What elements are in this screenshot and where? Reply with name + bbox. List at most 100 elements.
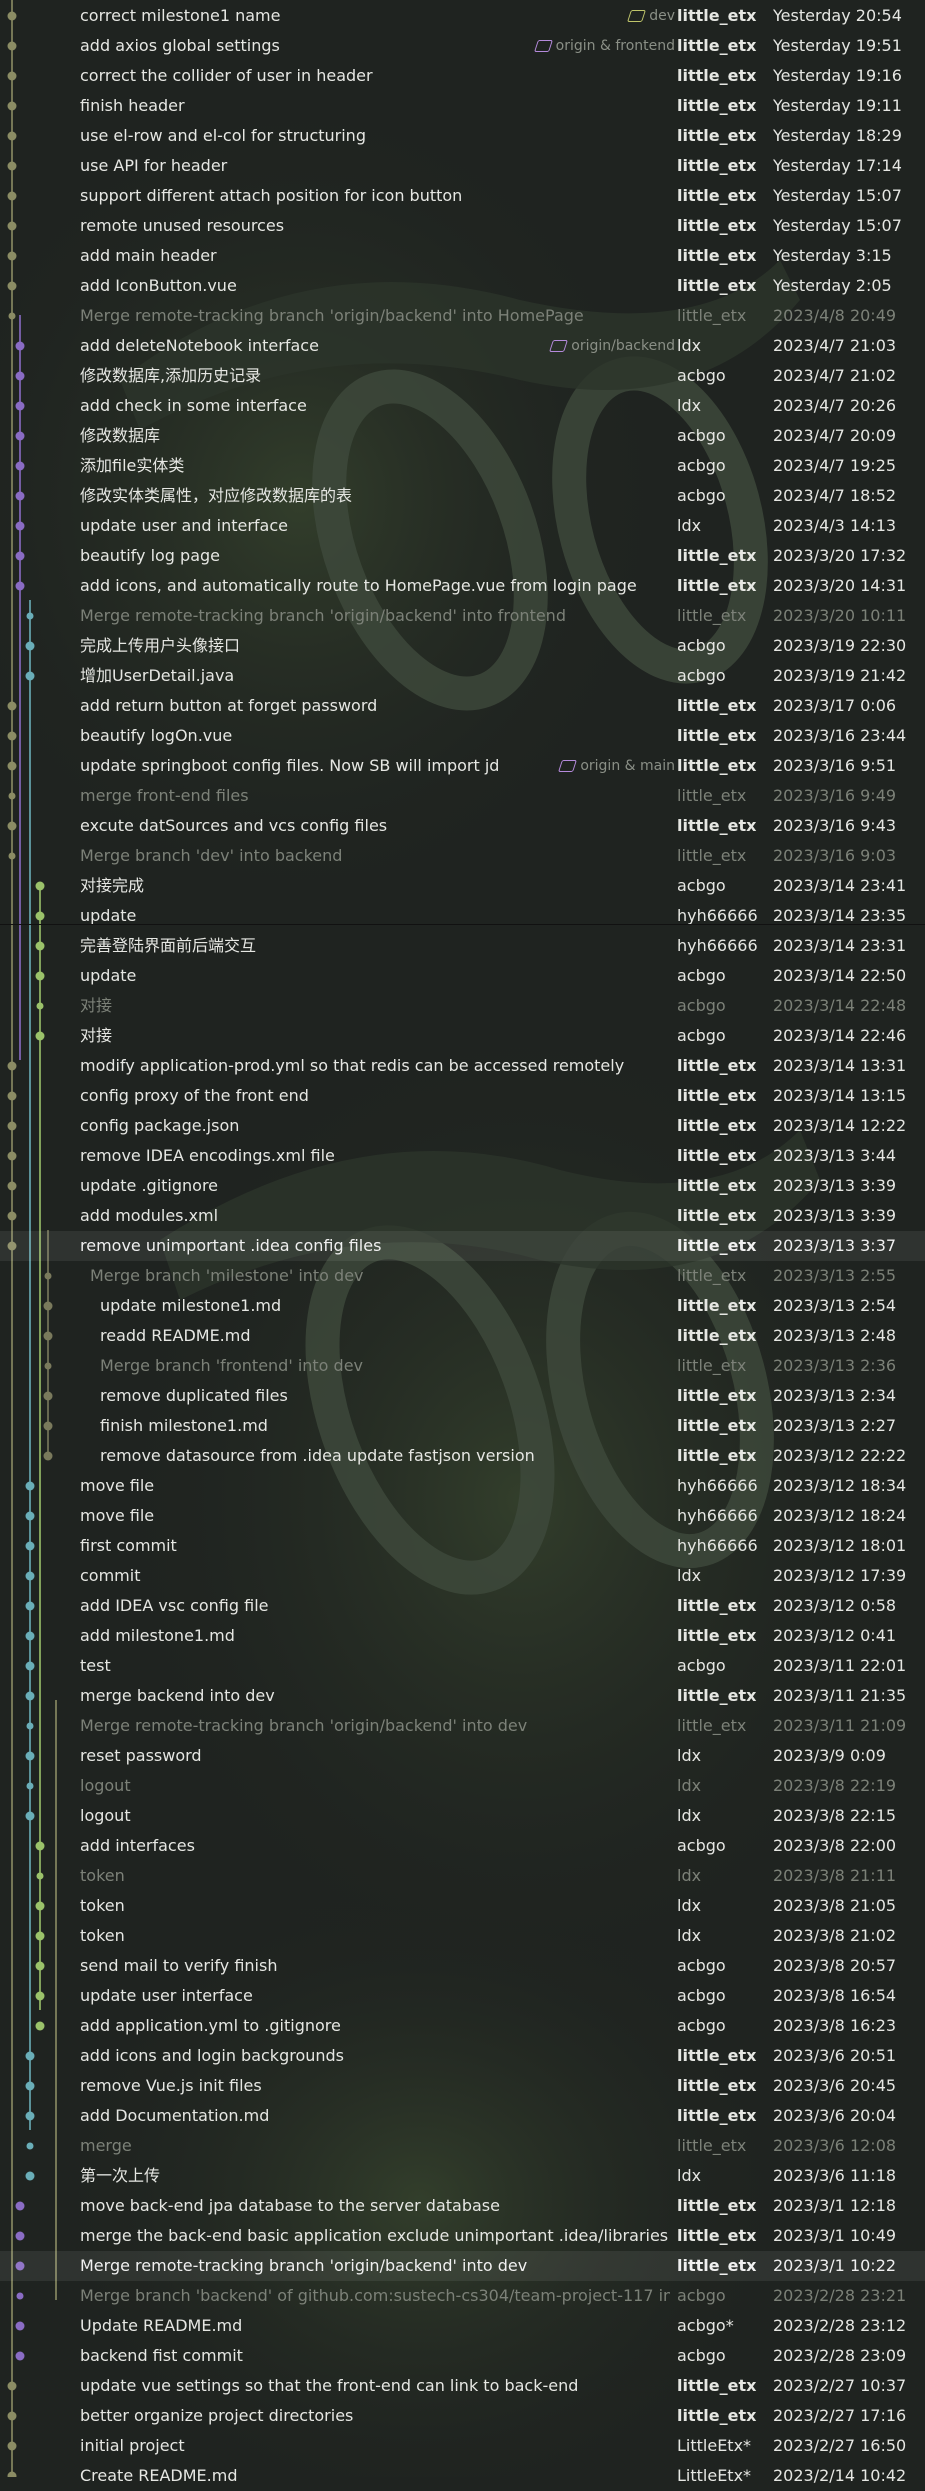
- commit-row[interactable]: update milestone1.md little_etx 2023/3/13 …: [0, 1291, 925, 1321]
- commit-row[interactable]: better organize project directories littl…: [0, 2401, 925, 2431]
- commit-row[interactable]: correct milestone1 name dev little_etx Yest…: [0, 1, 925, 31]
- commit-row[interactable]: add return button at forget password litt…: [0, 691, 925, 721]
- commit-row[interactable]: 修改数据库,添加历史记录 acbgo 2023/4/7 21:02: [0, 361, 925, 391]
- commit-row[interactable]: 修改数据库 acbgo 2023/4/7 20:09: [0, 421, 925, 451]
- commit-row[interactable]: modify application-prod.yml so that redi…: [0, 1051, 925, 1081]
- commit-row[interactable]: add IconButton.vue little_etx Yesterday 2:…: [0, 271, 925, 301]
- commit-message: use el-row and el-col for structuring: [80, 126, 366, 145]
- branch-ref-label[interactable]: dev: [627, 1, 675, 31]
- commit-row[interactable]: update user and interface ldx 2023/4/3 14:…: [0, 511, 925, 541]
- commit-row[interactable]: beautify log page little_etx 2023/3/20 17:…: [0, 541, 925, 571]
- branch-ref-label[interactable]: origin/backend: [549, 331, 675, 361]
- commit-row[interactable]: use el-row and el-col for structuring lit…: [0, 121, 925, 151]
- commit-row[interactable]: first commit hyh66666 2023/3/12 18:01: [0, 1531, 925, 1561]
- commit-row[interactable]: 增加UserDetail.java acbgo 2023/3/19 21:42: [0, 661, 925, 691]
- commit-row[interactable]: 完成上传用户头像接口 acbgo 2023/3/19 22:30: [0, 631, 925, 661]
- commit-row[interactable]: update user interface acbgo 2023/3/8 16:54: [0, 1981, 925, 2011]
- commit-message: readd README.md: [100, 1326, 251, 1345]
- commit-row[interactable]: remote unused resources little_etx Yesterd…: [0, 211, 925, 241]
- commit-date: 2023/4/7 20:26: [773, 396, 897, 415]
- commit-row[interactable]: test acbgo 2023/3/11 22:01: [0, 1651, 925, 1681]
- commit-row[interactable]: 对接 acbgo 2023/3/14 22:48: [0, 991, 925, 1021]
- commit-row[interactable]: logout ldx 2023/3/8 22:15: [0, 1801, 925, 1831]
- commit-row[interactable]: add application.yml to .gitignore acbgo 20…: [0, 2011, 925, 2041]
- commit-row[interactable]: finish header little_etx Yesterday 19:11: [0, 91, 925, 121]
- commit-message: 增加UserDetail.java: [80, 666, 235, 685]
- commit-row[interactable]: finish milestone1.md little_etx 2023/3/13 …: [0, 1411, 925, 1441]
- branch-ref-label[interactable]: origin & frontend: [533, 31, 675, 61]
- commit-row[interactable]: readd README.md little_etx 2023/3/13 2:48: [0, 1321, 925, 1351]
- commit-row[interactable]: send mail to verify finish acbgo 2023/3/8 …: [0, 1951, 925, 1981]
- commit-row[interactable]: beautify logOn.vue little_etx 2023/3/16 23…: [0, 721, 925, 751]
- commit-row[interactable]: 修改实体类属性，对应修改数据库的表 acbgo 2023/4/7 18:52: [0, 481, 925, 511]
- commit-date: 2023/3/12 22:22: [773, 1446, 907, 1465]
- commit-row[interactable]: config package.json little_etx 2023/3/14 1…: [0, 1111, 925, 1141]
- commit-row[interactable]: merge front-end files little_etx 2023/3/16…: [0, 781, 925, 811]
- commit-row[interactable]: token ldx 2023/3/8 21:05: [0, 1891, 925, 1921]
- commit-row[interactable]: 第一次上传 ldx 2023/3/6 11:18: [0, 2161, 925, 2191]
- commit-row[interactable]: add milestone1.md little_etx 2023/3/12 0:4…: [0, 1621, 925, 1651]
- branch-ref-label[interactable]: origin & main: [558, 751, 675, 781]
- commit-row[interactable]: logout ldx 2023/3/8 22:19: [0, 1771, 925, 1801]
- commit-row[interactable]: excute datSources and vcs config files li…: [0, 811, 925, 841]
- commit-row[interactable]: 对接 acbgo 2023/3/14 22:46: [0, 1021, 925, 1051]
- commit-message: Merge branch 'frontend' into dev: [100, 1356, 364, 1375]
- commit-row[interactable]: merge little_etx 2023/3/6 12:08: [0, 2131, 925, 2161]
- commit-row[interactable]: Merge branch 'dev' into backend little_et…: [0, 841, 925, 871]
- commit-row[interactable]: Update README.md acbgo* 2023/2/28 23:12: [0, 2311, 925, 2341]
- commit-author: little_etx: [677, 1086, 757, 1105]
- commit-row[interactable]: add interfaces acbgo 2023/3/8 22:00: [0, 1831, 925, 1861]
- commit-row[interactable]: backend fist commit acbgo 2023/2/28 23:09: [0, 2341, 925, 2371]
- commit-row[interactable]: 对接完成 acbgo 2023/3/14 23:41: [0, 871, 925, 901]
- commit-row[interactable]: token ldx 2023/3/8 21:11: [0, 1861, 925, 1891]
- commit-row[interactable]: update acbgo 2023/3/14 22:50: [0, 961, 925, 991]
- commit-row[interactable]: add IDEA vsc config file little_etx 2023/3…: [0, 1591, 925, 1621]
- commit-row[interactable]: add axios global settings origin & fronte…: [0, 31, 925, 61]
- commit-row[interactable]: add Documentation.md little_etx 2023/3/6 2…: [0, 2101, 925, 2131]
- commit-row[interactable]: Merge remote-tracking branch 'origin/bac…: [0, 601, 925, 631]
- commit-row[interactable]: merge backend into dev little_etx 2023/3/1…: [0, 1681, 925, 1711]
- commit-row[interactable]: update hyh66666 2023/3/14 23:35: [0, 901, 925, 931]
- commit-row[interactable]: add check in some interface ldx 2023/4/7 2…: [0, 391, 925, 421]
- commit-row[interactable]: move file hyh66666 2023/3/12 18:24: [0, 1501, 925, 1531]
- commit-row[interactable]: update springboot config files. Now SB w…: [0, 751, 925, 781]
- commit-row[interactable]: move back-end jpa database to the server…: [0, 2191, 925, 2221]
- commit-row[interactable]: Merge remote-tracking branch 'origin/bac…: [0, 301, 925, 331]
- commit-row[interactable]: update .gitignore little_etx 2023/3/13 3:3…: [0, 1171, 925, 1201]
- commit-row[interactable]: update vue settings so that the front-en…: [0, 2371, 925, 2401]
- commit-row[interactable]: use API for header little_etx Yesterday 17…: [0, 151, 925, 181]
- commit-row[interactable]: Merge branch 'milestone' into dev little_…: [0, 1261, 925, 1291]
- commit-row[interactable]: remove unimportant .idea config files lit…: [0, 1231, 925, 1261]
- commit-row[interactable]: add deleteNotebook interface origin/backe…: [0, 331, 925, 361]
- commit-row[interactable]: remove duplicated files little_etx 2023/3/…: [0, 1381, 925, 1411]
- commit-row[interactable]: Create README.md LittleEtx* 2023/2/14 10:4…: [0, 2461, 925, 2491]
- commit-row[interactable]: reset password ldx 2023/3/9 0:09: [0, 1741, 925, 1771]
- commit-row[interactable]: initial project LittleEtx* 2023/2/27 16:50: [0, 2431, 925, 2461]
- commit-row[interactable]: Merge branch 'frontend' into dev little_e…: [0, 1351, 925, 1381]
- commit-row[interactable]: token ldx 2023/3/8 21:02: [0, 1921, 925, 1951]
- commit-row[interactable]: remove datasource from .idea update fast…: [0, 1441, 925, 1471]
- commit-date: Yesterday 17:14: [773, 156, 902, 175]
- commit-row[interactable]: add modules.xml little_etx 2023/3/13 3:39: [0, 1201, 925, 1231]
- commit-row[interactable]: remove Vue.js init files little_etx 2023/3…: [0, 2071, 925, 2101]
- commit-row[interactable]: config proxy of the front end little_etx 2…: [0, 1081, 925, 1111]
- commit-row[interactable]: add main header little_etx Yesterday 3:15: [0, 241, 925, 271]
- commit-row[interactable]: 完善登陆界面前后端交互 hyh66666 2023/3/14 23:31: [0, 931, 925, 961]
- commit-row[interactable]: Merge remote-tracking branch 'origin/bac…: [0, 2251, 925, 2281]
- commit-message: reset password: [80, 1746, 202, 1765]
- commit-row[interactable]: Merge remote-tracking branch 'origin/bac…: [0, 1711, 925, 1741]
- commit-row[interactable]: support different attach position for ic…: [0, 181, 925, 211]
- commit-row[interactable]: commit ldx 2023/3/12 17:39: [0, 1561, 925, 1591]
- commit-row[interactable]: 添加file实体类 acbgo 2023/4/7 19:25: [0, 451, 925, 481]
- commit-row[interactable]: move file hyh66666 2023/3/12 18:34: [0, 1471, 925, 1501]
- commit-row[interactable]: Merge branch 'backend' of github.com:sus…: [0, 2281, 925, 2311]
- commit-row[interactable]: merge the back-end basic application exc…: [0, 2221, 925, 2251]
- commit-row[interactable]: correct the collider of user in header li…: [0, 61, 925, 91]
- commit-row[interactable]: add icons, and automatically route to Ho…: [0, 571, 925, 601]
- commit-date: 2023/3/12 0:58: [773, 1596, 897, 1615]
- commit-date: 2023/3/1 12:18: [773, 2196, 897, 2215]
- commit-row[interactable]: add icons and login backgrounds little_et…: [0, 2041, 925, 2071]
- commit-author: hyh66666: [677, 906, 758, 925]
- commit-date: 2023/3/14 23:41: [773, 876, 907, 895]
- commit-row[interactable]: remove IDEA encodings.xml file little_etx…: [0, 1141, 925, 1171]
